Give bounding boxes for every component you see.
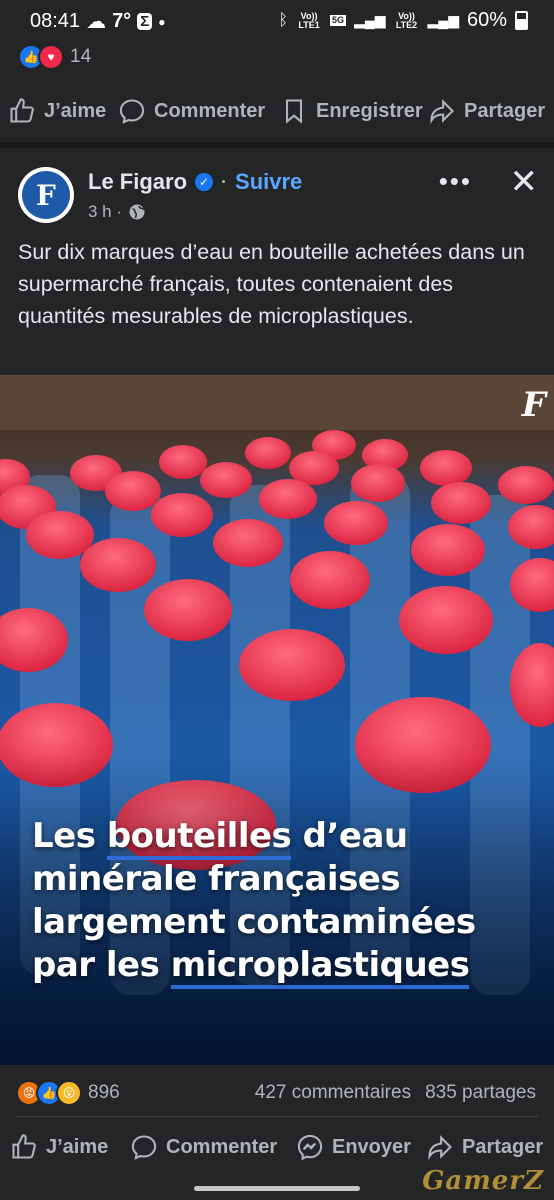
comment-label: Commenter <box>166 1135 278 1158</box>
post-time[interactable]: 3 h · <box>88 202 122 222</box>
notification-icon: Σ <box>137 13 153 30</box>
share-label: Partager <box>462 1135 544 1158</box>
wow-reaction-icon: 😮 <box>56 1080 82 1106</box>
shares-count[interactable]: 835 partages <box>425 1082 536 1104</box>
headline-underlined-text: microplastiques <box>170 945 470 989</box>
share-label: Partager <box>464 99 546 122</box>
bookmark-icon <box>285 99 303 124</box>
close-icon[interactable]: ✕ <box>510 162 539 202</box>
clock: 08:41 <box>30 10 81 32</box>
notification-dot-icon: ● <box>158 14 166 29</box>
temperature: 7° <box>112 10 132 32</box>
post-text: Sur dix marques d’eau en bouteille achet… <box>18 240 525 328</box>
home-indicator[interactable] <box>194 1186 360 1191</box>
separator-dot: · <box>221 171 228 192</box>
battery-icon <box>515 11 528 30</box>
follow-button[interactable]: Suivre <box>235 169 302 195</box>
image-headline: Les bouteilles d’eau minérale françaises… <box>32 815 532 989</box>
headline-text: largement contaminées <box>32 902 476 942</box>
share-arrow-icon <box>428 1135 452 1161</box>
stats-divider <box>16 1116 538 1117</box>
signal-icon: ▂▄▆ <box>427 12 459 28</box>
previous-post-reactions[interactable]: 👍 ♥ 14 <box>18 44 91 70</box>
comment-bubble-icon <box>119 99 145 124</box>
comment-button[interactable]: Commenter <box>130 1133 277 1161</box>
headline-text: par les <box>32 945 171 985</box>
verified-badge-icon: ✓ <box>195 173 214 191</box>
headline-text: d’eau <box>291 816 408 856</box>
reaction-summary[interactable]: 😡 👍 😮 896 <box>16 1080 120 1106</box>
le-figaro-watermark-icon: F <box>521 385 546 425</box>
comments-count[interactable]: 427 commentaires <box>255 1082 411 1104</box>
page-name[interactable]: Le Figaro <box>88 169 187 195</box>
signal-icon: ▂▄▆ <box>354 12 386 28</box>
more-options-icon[interactable]: ••• <box>439 166 472 197</box>
network-label: 5G <box>330 15 347 26</box>
globe-icon <box>129 204 145 220</box>
post-image[interactable]: F Les bouteilles d’eau minérale français… <box>0 375 554 1065</box>
le-figaro-logo-icon: F <box>22 171 70 219</box>
save-button[interactable]: Enregistrer <box>280 97 423 125</box>
post-divider <box>0 142 554 148</box>
volte1-label: Vo)) LTE1 <box>298 10 320 30</box>
avatar[interactable]: F <box>18 167 74 223</box>
post-meta: 3 h · <box>88 202 146 222</box>
messenger-icon <box>297 1134 323 1161</box>
status-bar: 08:41 ☁ 7° Σ ● ᛒ Vo)) LTE1 5G ▂▄▆ Vo)) L… <box>0 0 554 42</box>
volte2-label: Vo)) LTE2 <box>395 10 418 30</box>
share-button[interactable]: Partager <box>426 1133 543 1161</box>
headline-underlined-text: bouteilles <box>106 816 292 860</box>
comment-button[interactable]: Commenter <box>118 97 265 125</box>
reaction-count: 14 <box>70 46 92 67</box>
cloud-icon: ☁ <box>86 11 107 33</box>
share-button[interactable]: Partager <box>428 97 545 125</box>
comment-label: Commenter <box>154 99 266 122</box>
watermark: GamerZ <box>422 1166 544 1196</box>
like-label: J’aime <box>44 99 107 122</box>
reaction-count: 896 <box>88 1082 120 1103</box>
post-actions: J’aime Commenter Envoyer Partager <box>0 1122 554 1172</box>
headline-text: minérale françaises <box>32 859 401 899</box>
thumbs-up-icon <box>12 1134 36 1159</box>
comment-bubble-icon <box>131 1135 157 1160</box>
like-label: J’aime <box>46 1135 109 1158</box>
send-button[interactable]: Envoyer <box>296 1133 411 1161</box>
post-stats: 😡 👍 😮 896 427 commentaires 835 partages <box>0 1070 554 1116</box>
headline-text: Les <box>32 816 107 856</box>
send-label: Envoyer <box>332 1135 411 1158</box>
post-header: F Le Figaro ✓ · Suivre 3 h · ••• ✕ <box>0 150 554 232</box>
thumbs-up-icon <box>10 98 34 123</box>
like-button[interactable]: J’aime <box>8 97 106 125</box>
share-arrow-icon <box>430 99 454 125</box>
save-label: Enregistrer <box>316 99 423 122</box>
previous-post-actions: J’aime Commenter Enregistrer Partager <box>0 86 554 136</box>
bluetooth-icon: ᛒ <box>278 11 289 29</box>
battery-label: 60% <box>466 9 507 31</box>
love-reaction-icon: ♥ <box>38 44 64 70</box>
like-button[interactable]: J’aime <box>10 1133 108 1161</box>
